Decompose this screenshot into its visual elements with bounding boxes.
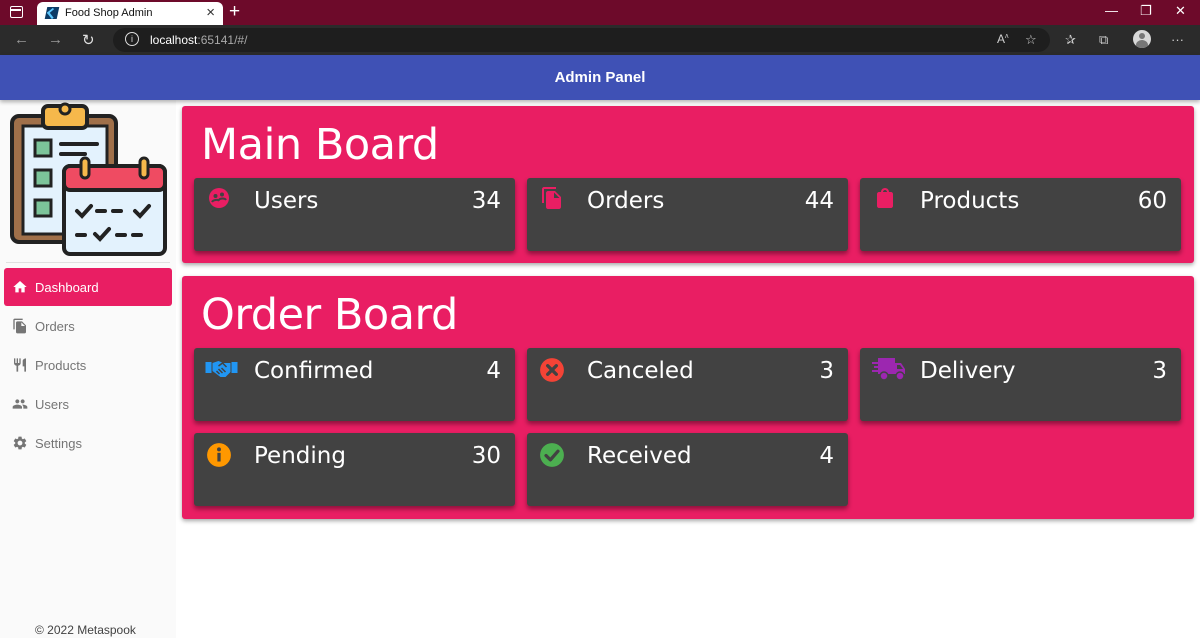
address-field[interactable]: i localhost:65141/#/ [113, 28, 1050, 52]
users-icon [12, 399, 28, 409]
favorites-icon[interactable]: ✰ [1065, 32, 1076, 48]
url-path: :65141/#/ [197, 33, 248, 47]
stat-card-confirmed[interactable]: Confirmed 4 [194, 348, 515, 421]
card-value: 34 [471, 188, 501, 214]
new-tab-icon[interactable]: + [229, 1, 240, 23]
fork-knife-icon [14, 358, 26, 372]
browser-tab[interactable]: Food Shop Admin × [37, 2, 223, 25]
close-window-icon[interactable]: ✕ [1175, 3, 1186, 19]
app-title: Admin Panel [554, 69, 646, 86]
add-favorite-icon[interactable]: ☆ [1025, 32, 1037, 48]
restore-icon[interactable]: ❐ [1140, 3, 1152, 19]
sidebar-item-label: Settings [35, 436, 82, 451]
sidebar-item-label: Dashboard [35, 280, 99, 295]
card-value: 3 [819, 358, 834, 384]
card-value: 60 [1137, 188, 1167, 214]
sidebar-divider [6, 262, 170, 263]
card-value: 4 [486, 358, 501, 384]
order-board-title: Order Board [201, 290, 458, 340]
gear-icon [13, 436, 27, 450]
site-info-icon[interactable]: i [125, 32, 139, 46]
card-label: Confirmed [254, 358, 374, 384]
card-label: Received [587, 443, 692, 469]
close-tab-icon[interactable]: × [206, 4, 215, 21]
stat-card-canceled[interactable]: Canceled 3 [527, 348, 848, 421]
window-menu-icon[interactable] [10, 6, 23, 18]
tab-title: Food Shop Admin [65, 7, 153, 19]
document-icon [13, 318, 26, 334]
card-label: Users [254, 188, 319, 214]
card-label: Canceled [587, 358, 694, 384]
back-icon[interactable]: ← [14, 31, 29, 48]
document-icon [542, 187, 561, 209]
info-icon [207, 443, 231, 467]
url-text: localhost:65141/#/ [150, 33, 247, 47]
home-icon [13, 281, 27, 293]
check-circle-icon [540, 443, 564, 467]
sidebar-item-label: Orders [35, 319, 75, 334]
truck-icon [872, 358, 905, 381]
sidebar-item-users[interactable]: Users [4, 385, 172, 423]
copyright-footer: © 2022 Metaspook [35, 623, 136, 637]
sidebar-item-products[interactable]: Products [4, 346, 172, 384]
flutter-icon [44, 7, 60, 19]
shopping-bag-icon [877, 188, 893, 208]
profile-avatar[interactable] [1133, 30, 1151, 48]
stat-card-delivery[interactable]: Delivery 3 [860, 348, 1181, 421]
card-label: Products [920, 188, 1020, 214]
card-label: Pending [254, 443, 346, 469]
reload-icon[interactable]: ↻ [82, 31, 95, 49]
clipboard-calendar-logo [10, 102, 167, 256]
sidebar-item-orders[interactable]: Orders [4, 307, 172, 345]
more-options-icon[interactable]: ··· [1171, 32, 1184, 47]
sidebar-item-label: Products [35, 358, 87, 373]
collections-icon[interactable]: ⧉ [1099, 32, 1108, 48]
minimize-icon[interactable]: — [1105, 3, 1118, 18]
cancel-icon [540, 358, 564, 382]
card-label: Delivery [920, 358, 1016, 384]
sidebar: Dashboard Orders Products Users Settings [0, 100, 176, 638]
main-board-title: Main Board [201, 120, 439, 170]
handshake-icon [205, 361, 238, 377]
card-value: 30 [471, 443, 501, 469]
forward-icon[interactable]: → [48, 31, 63, 48]
card-value: 44 [804, 188, 834, 214]
card-label: Orders [587, 188, 665, 214]
order-board: Order Board Confirmed 4 Canceled 3 Deliv… [182, 276, 1194, 519]
sidebar-item-settings[interactable]: Settings [4, 424, 172, 462]
sidebar-item-dashboard[interactable]: Dashboard [4, 268, 172, 306]
stat-card-received[interactable]: Received 4 [527, 433, 848, 506]
stat-card-users[interactable]: Users 34 [194, 178, 515, 251]
sidebar-item-label: Users [35, 397, 69, 412]
users-icon [209, 188, 229, 208]
browser-tab-bar: Food Shop Admin × + — ❐ ✕ [0, 0, 1200, 25]
stat-card-orders[interactable]: Orders 44 [527, 178, 848, 251]
url-host: localhost [150, 33, 198, 47]
card-value: 4 [819, 443, 834, 469]
card-value: 3 [1152, 358, 1167, 384]
stat-card-products[interactable]: Products 60 [860, 178, 1181, 251]
browser-toolbar: ← → ↻ i localhost:65141/#/ Aʌ ☆ ✰ ⧉ ··· [0, 25, 1200, 55]
read-aloud-icon[interactable]: Aʌ [997, 32, 1009, 46]
main-board: Main Board Users 34 Orders 44 Products 6… [182, 106, 1194, 263]
stat-card-pending[interactable]: Pending 30 [194, 433, 515, 506]
app-bar: Admin Panel [0, 55, 1200, 100]
